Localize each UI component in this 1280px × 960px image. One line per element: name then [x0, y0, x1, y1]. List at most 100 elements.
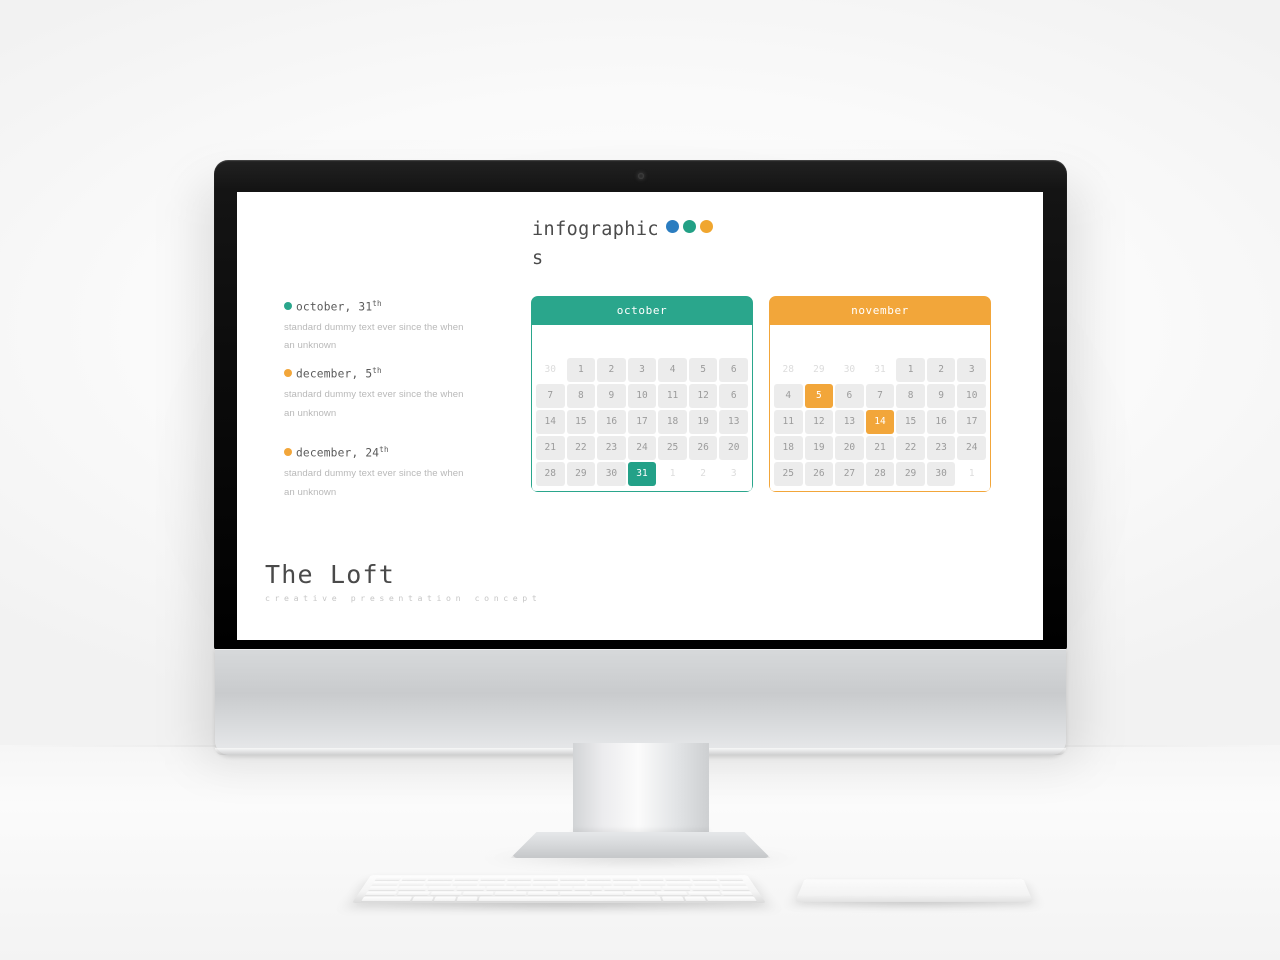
- keyboard-key[interactable]: [688, 891, 721, 896]
- keyboard-key[interactable]: [638, 876, 664, 881]
- keyboard-key[interactable]: [452, 881, 479, 886]
- keyboard-key[interactable]: [719, 886, 750, 891]
- calendar-day-cell[interactable]: 28: [536, 462, 565, 486]
- keyboard-key[interactable]: [559, 876, 585, 881]
- keyboard-key[interactable]: [586, 876, 612, 881]
- calendar-day-cell[interactable]: 15: [566, 410, 596, 434]
- calendar-day-cell[interactable]: 31: [865, 358, 895, 382]
- keyboard-key[interactable]: [427, 876, 454, 881]
- keyboard-key[interactable]: [397, 886, 428, 891]
- keyboard-key[interactable]: [574, 886, 603, 891]
- calendar-day-cell[interactable]: 1: [957, 462, 986, 486]
- calendar-day-cell[interactable]: 30: [926, 462, 956, 486]
- keyboard-key[interactable]: [661, 886, 691, 891]
- calendar-day-cell[interactable]: 9: [926, 384, 956, 408]
- keyboard-key[interactable]: [533, 876, 559, 881]
- keyboard-key[interactable]: [454, 876, 480, 881]
- calendar-day-cell[interactable]: 7: [865, 384, 895, 408]
- calendar-day-cell[interactable]: 18: [774, 436, 803, 460]
- calendar-day-cell[interactable]: 1: [658, 462, 687, 486]
- keyboard-key[interactable]: [719, 881, 747, 886]
- calendar-day-cell[interactable]: 17: [957, 410, 986, 434]
- keyboard-key[interactable]: [527, 891, 559, 896]
- calendar-day-cell[interactable]: 24: [627, 436, 657, 460]
- calendar-day-cell[interactable]: 15: [896, 410, 925, 434]
- keyboard-key[interactable]: [603, 886, 632, 891]
- keyboard-key[interactable]: [494, 891, 526, 896]
- calendar-day-cell[interactable]: 1: [896, 358, 925, 382]
- keyboard-key[interactable]: [361, 896, 413, 902]
- calendar-day-cell[interactable]: 5: [804, 384, 834, 408]
- keyboard-key[interactable]: [692, 881, 720, 886]
- keyboard-key[interactable]: [586, 881, 612, 886]
- calendar-day-cell[interactable]: 11: [774, 410, 803, 434]
- calendar-day-cell[interactable]: 27: [835, 462, 864, 486]
- keyboard-key[interactable]: [434, 896, 456, 902]
- calendar-day-cell[interactable]: 29: [804, 358, 834, 382]
- keyboard-key[interactable]: [612, 876, 638, 881]
- calendar-day-cell[interactable]: 6: [719, 358, 748, 382]
- calendar-day-cell[interactable]: 21: [536, 436, 565, 460]
- calendar-day-cell[interactable]: 1: [566, 358, 596, 382]
- keyboard-key[interactable]: [559, 881, 586, 886]
- calendar-day-cell[interactable]: 14: [536, 410, 565, 434]
- calendar-day-cell[interactable]: 29: [566, 462, 596, 486]
- calendar-day-cell[interactable]: 4: [774, 384, 803, 408]
- keyboard-key[interactable]: [683, 896, 707, 902]
- calendar-day-cell[interactable]: 13: [835, 410, 864, 434]
- keyboard-key[interactable]: [425, 881, 452, 886]
- calendar-day-cell[interactable]: 28: [865, 462, 895, 486]
- calendar-day-cell[interactable]: 30: [536, 358, 565, 382]
- calendar-day-cell[interactable]: 8: [566, 384, 596, 408]
- calendar-day-cell[interactable]: 10: [957, 384, 986, 408]
- calendar-day-cell[interactable]: 8: [896, 384, 925, 408]
- calendar-day-cell[interactable]: 30: [597, 462, 626, 486]
- keyboard-key[interactable]: [411, 896, 434, 902]
- calendar-day-cell[interactable]: 2: [597, 358, 626, 382]
- keyboard-key[interactable]: [664, 876, 691, 881]
- keyboard-key[interactable]: [478, 896, 662, 902]
- legend-item-december-24[interactable]: december, 24th standard dummy text ever …: [284, 445, 504, 502]
- keyboard-key[interactable]: [705, 896, 757, 902]
- legend-item-october-31[interactable]: october, 31th standard dummy text ever s…: [284, 299, 504, 356]
- keyboard-key[interactable]: [462, 891, 494, 896]
- calendar-day-cell[interactable]: 3: [719, 462, 748, 486]
- calendar-day-cell[interactable]: 7: [536, 384, 565, 408]
- calendar-day-cell[interactable]: 2: [926, 358, 956, 382]
- legend-item-december-5[interactable]: december, 5th standard dummy text ever s…: [284, 366, 504, 423]
- keyboard-key[interactable]: [656, 891, 689, 896]
- calendar-day-cell[interactable]: 24: [957, 436, 986, 460]
- keyboard-key[interactable]: [368, 886, 399, 891]
- keyboard-key[interactable]: [371, 881, 399, 886]
- calendar-day-cell[interactable]: 16: [926, 410, 956, 434]
- calendar-day-cell[interactable]: 23: [597, 436, 626, 460]
- keyboard-key[interactable]: [690, 876, 717, 881]
- keyboard-key[interactable]: [479, 881, 505, 886]
- keyboard-key[interactable]: [401, 876, 428, 881]
- keyboard-key[interactable]: [397, 891, 430, 896]
- keyboard-key[interactable]: [374, 876, 402, 881]
- calendar-day-cell[interactable]: 19: [688, 410, 718, 434]
- keyboard-key[interactable]: [613, 881, 639, 886]
- calendar-day-cell[interactable]: 19: [804, 436, 834, 460]
- keyboard-key[interactable]: [559, 891, 591, 896]
- trackpad[interactable]: [795, 879, 1033, 902]
- calendar-day-cell[interactable]: 22: [896, 436, 925, 460]
- keyboard-key[interactable]: [690, 886, 721, 891]
- calendar-day-cell[interactable]: 9: [597, 384, 626, 408]
- calendar-day-cell[interactable]: 16: [597, 410, 626, 434]
- keyboard-key[interactable]: [720, 891, 754, 896]
- calendar-day-cell[interactable]: 29: [896, 462, 925, 486]
- keyboard-key[interactable]: [398, 881, 426, 886]
- calendar-day-cell[interactable]: 13: [719, 410, 748, 434]
- keyboard-key[interactable]: [624, 891, 656, 896]
- calendar-day-cell[interactable]: 10: [627, 384, 657, 408]
- keyboard[interactable]: [352, 875, 766, 903]
- keyboard-key[interactable]: [480, 876, 506, 881]
- keyboard-key[interactable]: [486, 886, 515, 891]
- calendar-day-cell[interactable]: 14: [865, 410, 895, 434]
- keyboard-key[interactable]: [506, 881, 532, 886]
- keyboard-key[interactable]: [515, 886, 544, 891]
- calendar-day-cell[interactable]: 30: [835, 358, 864, 382]
- calendar-day-cell[interactable]: 26: [804, 462, 834, 486]
